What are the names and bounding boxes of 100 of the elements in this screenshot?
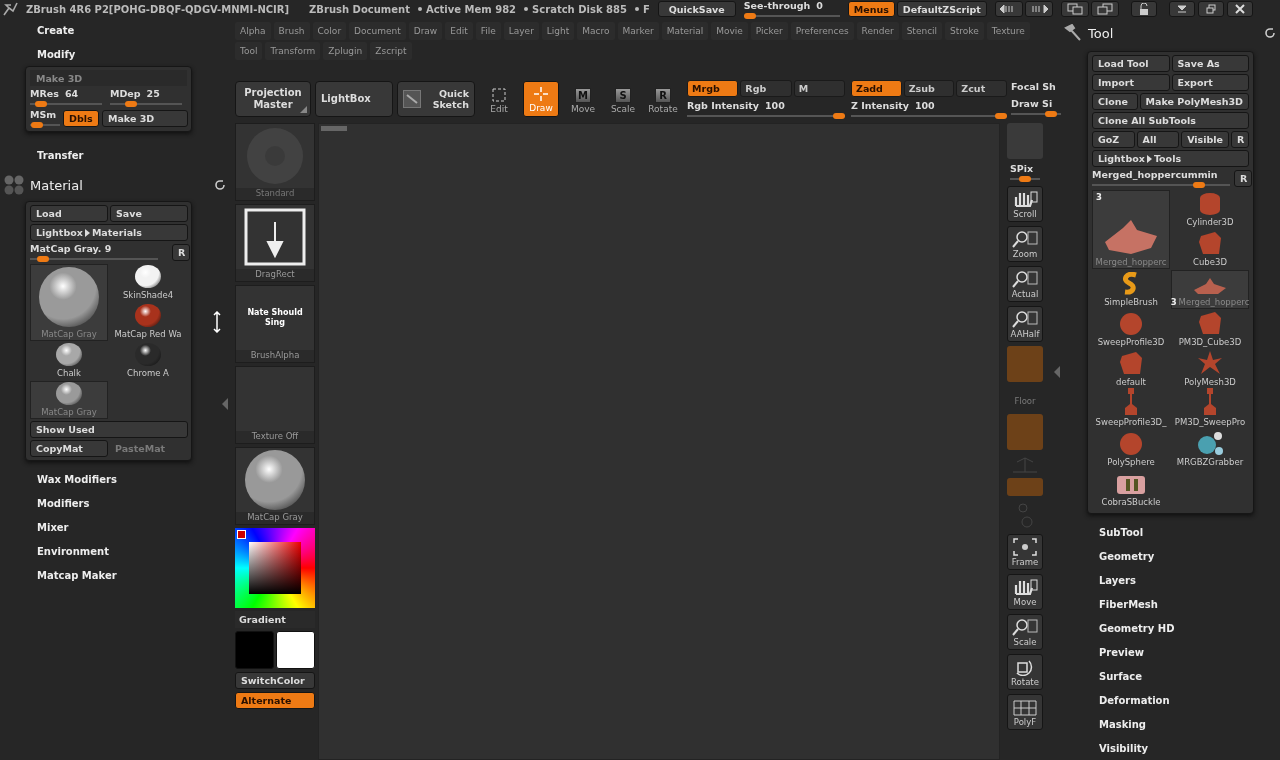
menu-item[interactable]: Stencil [901, 22, 943, 40]
menu-item[interactable]: Picker [750, 22, 788, 40]
slider-thumb[interactable] [833, 112, 845, 119]
mode-button[interactable]: M Move [567, 81, 599, 117]
slider-thumb[interactable] [995, 112, 1007, 119]
mode-button[interactable]: S Scale [607, 81, 639, 117]
view-button[interactable]: Move [1007, 574, 1043, 610]
menu-item[interactable]: Light [541, 22, 575, 40]
palette-button[interactable]: R [1231, 131, 1249, 148]
view-button[interactable]: Zoom [1007, 226, 1043, 262]
view-button[interactable]: Frame [1007, 534, 1043, 570]
quicksave-button[interactable]: QuickSave [657, 1, 736, 17]
menu-title[interactable]: Environment [37, 545, 109, 557]
palette-button[interactable]: Save [110, 205, 188, 222]
mesh-entry[interactable]: SimpleBrush [1092, 270, 1170, 309]
slider-thumb[interactable] [30, 122, 43, 128]
mesh-entry[interactable]: Cube3D [1171, 230, 1249, 269]
windows-icon[interactable] [1060, 1, 1089, 17]
palette-button[interactable]: Visible [1181, 131, 1229, 148]
thumbnail-entry[interactable]: Chrome A [109, 342, 187, 380]
collapse-arrow-icon[interactable] [222, 398, 228, 410]
palette-button[interactable]: Import [1092, 74, 1170, 91]
channel-button[interactable]: Zcut [956, 79, 1007, 97]
shelf-tile[interactable]: MatCap Gray [235, 447, 315, 525]
menu-title[interactable]: Modifiers [37, 497, 90, 509]
mode-button[interactable]: R Rotate [647, 81, 679, 117]
shrink-icon[interactable] [994, 1, 1023, 17]
script-button[interactable]: DefaultZScript [896, 1, 987, 17]
menu-item[interactable]: Brush [273, 22, 310, 40]
menu-title[interactable]: Deformation [1099, 694, 1170, 706]
menu-item[interactable]: Color [312, 22, 347, 40]
menu-title[interactable]: Surface [1099, 670, 1143, 682]
menu-item[interactable]: Zplugin [323, 42, 368, 60]
menu-title[interactable]: Visibility [1099, 742, 1149, 754]
projection-master-button[interactable]: Projection Master [235, 81, 311, 117]
palette-button[interactable]: Make PolyMesh3D [1139, 93, 1249, 110]
mode-button[interactable]: Edit [483, 81, 515, 117]
menu-title[interactable]: Mixer [37, 521, 69, 533]
palette-button[interactable]: GoZ [1092, 131, 1135, 148]
mesh-entry[interactable]: CobraSBuckle [1092, 470, 1170, 509]
menu-item[interactable]: File [475, 22, 501, 40]
slider-thumb[interactable] [125, 101, 137, 107]
menu-item[interactable]: Tool [235, 42, 263, 60]
menu-item[interactable]: Marker [617, 22, 659, 40]
menu-item[interactable]: Material [661, 22, 709, 40]
menu-title[interactable]: SubTool [1099, 526, 1144, 538]
thumbnail-entry[interactable]: MatCap Red Wa [109, 303, 187, 341]
alternate-button[interactable]: Alternate [235, 692, 315, 709]
menu-title[interactable]: Geometry [1099, 550, 1155, 562]
make-3d-button[interactable]: Make 3D [102, 110, 188, 127]
menu-item[interactable]: Document [349, 22, 406, 40]
mesh-entry[interactable]: 3 Merged_hopperc [1092, 190, 1170, 269]
slider-thumb[interactable] [36, 256, 49, 262]
palette-button[interactable]: All [1136, 131, 1180, 148]
quick-sketch-button[interactable]: Quick Sketch [397, 81, 475, 117]
menu-title[interactable]: Masking [1099, 718, 1146, 730]
menu-item[interactable]: Layer [503, 22, 539, 40]
palette-button[interactable]: Export [1171, 74, 1249, 91]
menu-item[interactable]: Draw [408, 22, 443, 40]
slider-track[interactable] [743, 14, 840, 17]
slider-thumb[interactable] [1192, 182, 1205, 188]
menu-item[interactable]: Render [856, 22, 899, 40]
menu-item[interactable]: Transform [265, 42, 321, 60]
lightbox-button[interactable]: LightBox [315, 81, 393, 117]
mesh-entry[interactable]: PolySphere [1092, 430, 1170, 469]
menu-item[interactable]: Alpha [235, 22, 271, 40]
palette-button[interactable]: Load Tool [1092, 55, 1170, 72]
view-button[interactable]: Scale [1007, 614, 1043, 650]
channel-button[interactable]: M [793, 79, 845, 97]
slider-track[interactable] [851, 114, 1007, 117]
color-picker[interactable] [235, 528, 315, 608]
restore-icon[interactable] [1197, 1, 1224, 17]
shelf-tile[interactable]: Nate Should Sing BrushAlpha [235, 285, 315, 363]
copy-button[interactable]: CopyMat [30, 440, 108, 457]
floor-label[interactable]: Floor [1014, 386, 1036, 410]
mesh-entry[interactable]: Cylinder3D [1171, 190, 1249, 229]
channel-button[interactable]: Rgb [740, 79, 792, 97]
menu-title[interactable]: Create [37, 24, 75, 36]
mesh-entry[interactable]: 3 Merged_hopperc [1171, 270, 1249, 309]
slider-thumb[interactable] [34, 101, 47, 107]
toggle-tile[interactable] [1007, 478, 1043, 496]
menu-title[interactable]: Matcap Maker [37, 569, 117, 581]
lock-icon[interactable] [1130, 1, 1157, 17]
mesh-entry[interactable]: MRGBZGrabber [1171, 430, 1249, 469]
slider-thumb[interactable] [1019, 176, 1031, 182]
mesh-entry[interactable]: SweepProfile3D_ [1092, 390, 1170, 429]
menu-title[interactable]: Geometry HD [1099, 622, 1175, 634]
toggle-tile[interactable] [1007, 346, 1043, 382]
reset-button[interactable]: R [172, 244, 190, 261]
menu-item[interactable]: Preferences [790, 22, 854, 40]
close-icon[interactable] [1226, 1, 1253, 17]
shelf-tile[interactable]: DragRect [235, 204, 315, 282]
channel-button[interactable]: Zadd [851, 79, 902, 97]
mesh-entry[interactable]: PolyMesh3D [1171, 350, 1249, 389]
switch-color-button[interactable]: SwitchColor [235, 672, 315, 689]
show-used-button[interactable]: Show Used [30, 421, 188, 438]
collapse-arrow-icon[interactable] [1054, 365, 1060, 378]
menu-item[interactable]: Macro [577, 22, 615, 40]
slider-track[interactable] [687, 114, 845, 117]
lightbox-button[interactable]: Lightbox Tools [1092, 150, 1249, 167]
